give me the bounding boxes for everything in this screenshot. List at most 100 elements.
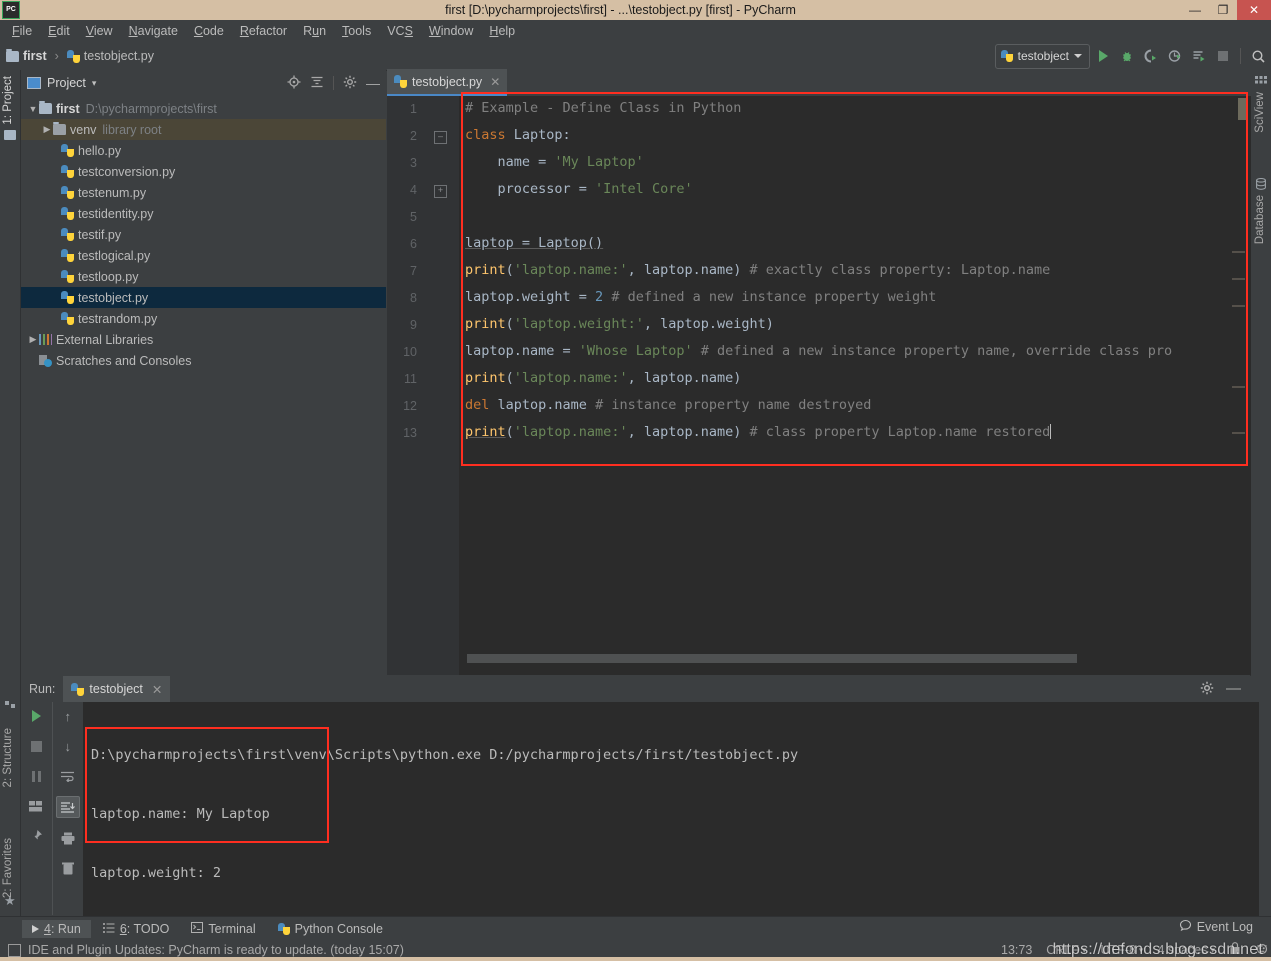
line-number: 9 [410, 318, 417, 332]
event-log-button[interactable]: Event Log [1179, 919, 1253, 935]
navigation-bar: first › testobject.py testobject [0, 42, 1271, 71]
hide-icon[interactable]: — [366, 76, 380, 90]
bottom-tab-terminal[interactable]: Terminal [181, 920, 265, 938]
tree-row-external-libraries[interactable]: ▶ External Libraries [21, 329, 386, 350]
tree-row-hello[interactable]: hello.py [21, 140, 386, 161]
stop-icon[interactable] [25, 736, 47, 756]
close-button[interactable]: ✕ [1237, 0, 1271, 20]
stop-icon[interactable] [1212, 45, 1234, 67]
folder-icon [53, 122, 66, 135]
settings-icon[interactable] [1200, 681, 1214, 698]
hide-icon[interactable]: — [1226, 681, 1241, 696]
breadcrumb-file[interactable]: testobject.py [84, 49, 154, 63]
close-icon[interactable]: ✕ [490, 75, 500, 89]
chevron-down-icon[interactable]: ▾ [92, 78, 97, 89]
maximize-button[interactable]: ❐ [1209, 0, 1237, 20]
run-tab-testobject[interactable]: testobject ✕ [63, 676, 171, 702]
run-with-console-icon[interactable] [1188, 45, 1210, 67]
pycharm-logo-icon: PC [2, 1, 20, 19]
line-number: 4 [410, 183, 417, 197]
run-toolbar: testobject [994, 43, 1271, 69]
expand-arrow-icon[interactable]: ▼ [27, 104, 39, 114]
coverage-icon[interactable] [1140, 45, 1162, 67]
indent-selector[interactable]: 4 spaces ▾ [1157, 943, 1215, 957]
star-icon: ★ [4, 893, 16, 908]
tree-label: testenum.py [78, 185, 147, 200]
menu-item-run[interactable]: Run [295, 22, 334, 40]
menu-item-edit[interactable]: Edit [40, 22, 78, 40]
code-line-4: processor = 'Intel Core' [465, 181, 693, 197]
bottom-tab-run[interactable]: 4: Run [22, 919, 91, 938]
lock-icon[interactable] [1229, 942, 1241, 958]
tree-row-scratches[interactable]: Scratches and Consoles [21, 350, 386, 371]
bottom-tab-python-console[interactable]: Python Console [268, 920, 393, 938]
line-separator-selector[interactable]: CRLF ▾ [1046, 943, 1086, 957]
collapse-all-icon[interactable] [310, 75, 324, 92]
up-icon[interactable]: ↑ [57, 706, 79, 726]
clear-all-icon[interactable] [57, 858, 79, 878]
status-message[interactable]: IDE and Plugin Updates: PyCharm is ready… [8, 943, 404, 957]
fold-marker-icon[interactable]: + [434, 185, 447, 198]
sidebar-item-sciview[interactable]: SciView [1254, 92, 1266, 133]
settings-icon[interactable] [343, 75, 357, 92]
menu-item-tools[interactable]: Tools [334, 22, 379, 40]
editor-body[interactable]: 1 2 3 4 5 6 7 8 9 10 11 12 13 – + # Exam… [387, 96, 1251, 675]
sidebar-item-favorites[interactable]: 2: Favorites [2, 838, 14, 898]
editor-vertical-scrollbar[interactable] [1232, 96, 1247, 675]
tree-row-venv[interactable]: ▶ venv library root [21, 119, 386, 140]
print-icon[interactable] [57, 828, 79, 848]
bottom-tab-todo[interactable]: 6: TODO [93, 920, 180, 938]
tree-row-testenum[interactable]: testenum.py [21, 182, 386, 203]
menu-item-help[interactable]: Help [481, 22, 523, 40]
soft-wrap-icon[interactable] [57, 766, 79, 786]
code-text[interactable]: # Example - Define Class in Python class… [465, 96, 1251, 675]
editor-hscroll-thumb[interactable] [467, 654, 1077, 663]
tree-row-testrandom[interactable]: testrandom.py [21, 308, 386, 329]
tree-row-testobject[interactable]: testobject.py [21, 287, 386, 308]
sidebar-item-database[interactable]: Database [1254, 195, 1266, 244]
profile-icon[interactable] [1164, 45, 1186, 67]
run-configuration-selector[interactable]: testobject [994, 43, 1090, 69]
fold-marker-icon[interactable]: – [434, 131, 447, 144]
tree-row-testidentity[interactable]: testidentity.py [21, 203, 386, 224]
pause-icon[interactable] [25, 766, 47, 786]
debug-icon[interactable] [1116, 45, 1138, 67]
editor-gutter[interactable]: 1 2 3 4 5 6 7 8 9 10 11 12 13 – + [387, 96, 459, 675]
project-panel-title: Project [47, 76, 86, 90]
encoding-selector[interactable]: UTF-8 ▾ [1100, 943, 1143, 957]
down-icon[interactable]: ↓ [57, 736, 79, 756]
sidebar-item-project[interactable]: 1: Project [2, 76, 14, 125]
menu-item-window[interactable]: Window [421, 22, 481, 40]
pin-icon[interactable] [25, 826, 47, 846]
breadcrumb-project[interactable]: first [23, 49, 47, 63]
tree-row-testloop[interactable]: testloop.py [21, 266, 386, 287]
run-icon[interactable] [1092, 45, 1114, 67]
scroll-to-end-icon[interactable] [55, 796, 80, 818]
menu-item-view[interactable]: View [78, 22, 121, 40]
search-icon[interactable] [1247, 45, 1269, 67]
run-console-output[interactable]: D:\pycharmprojects\first\venv\Scripts\py… [83, 702, 1259, 923]
expand-arrow-icon[interactable]: ▶ [27, 334, 39, 345]
rerun-icon[interactable] [25, 706, 47, 726]
caret-position[interactable]: 13:73 [1001, 943, 1032, 957]
tree-row-first[interactable]: ▼ first D:\pycharmprojects\first [21, 98, 386, 119]
locate-icon[interactable] [287, 75, 301, 92]
menu-item-file[interactable]: File [4, 22, 40, 40]
menu-item-refactor[interactable]: Refactor [232, 22, 295, 40]
toolbar-divider [333, 76, 334, 90]
close-icon[interactable]: ✕ [152, 682, 162, 697]
tree-row-testlogical[interactable]: testlogical.py [21, 245, 386, 266]
hector-icon[interactable] [1255, 942, 1269, 958]
tree-label: testloop.py [78, 269, 139, 284]
sidebar-item-structure[interactable]: 2: Structure [2, 728, 14, 787]
tree-row-testif[interactable]: testif.py [21, 224, 386, 245]
layout-icon[interactable] [25, 796, 47, 816]
editor-scroll-thumb[interactable] [1238, 98, 1247, 120]
menu-item-code[interactable]: Code [186, 22, 232, 40]
minimize-button[interactable]: — [1181, 0, 1209, 20]
menu-item-navigate[interactable]: Navigate [121, 22, 186, 40]
tree-row-testconversion[interactable]: testconversion.py [21, 161, 386, 182]
expand-arrow-icon[interactable]: ▶ [41, 124, 53, 135]
menu-item-vcs[interactable]: VCS [379, 22, 421, 40]
tab-testobject-py[interactable]: testobject.py ✕ [387, 69, 508, 96]
